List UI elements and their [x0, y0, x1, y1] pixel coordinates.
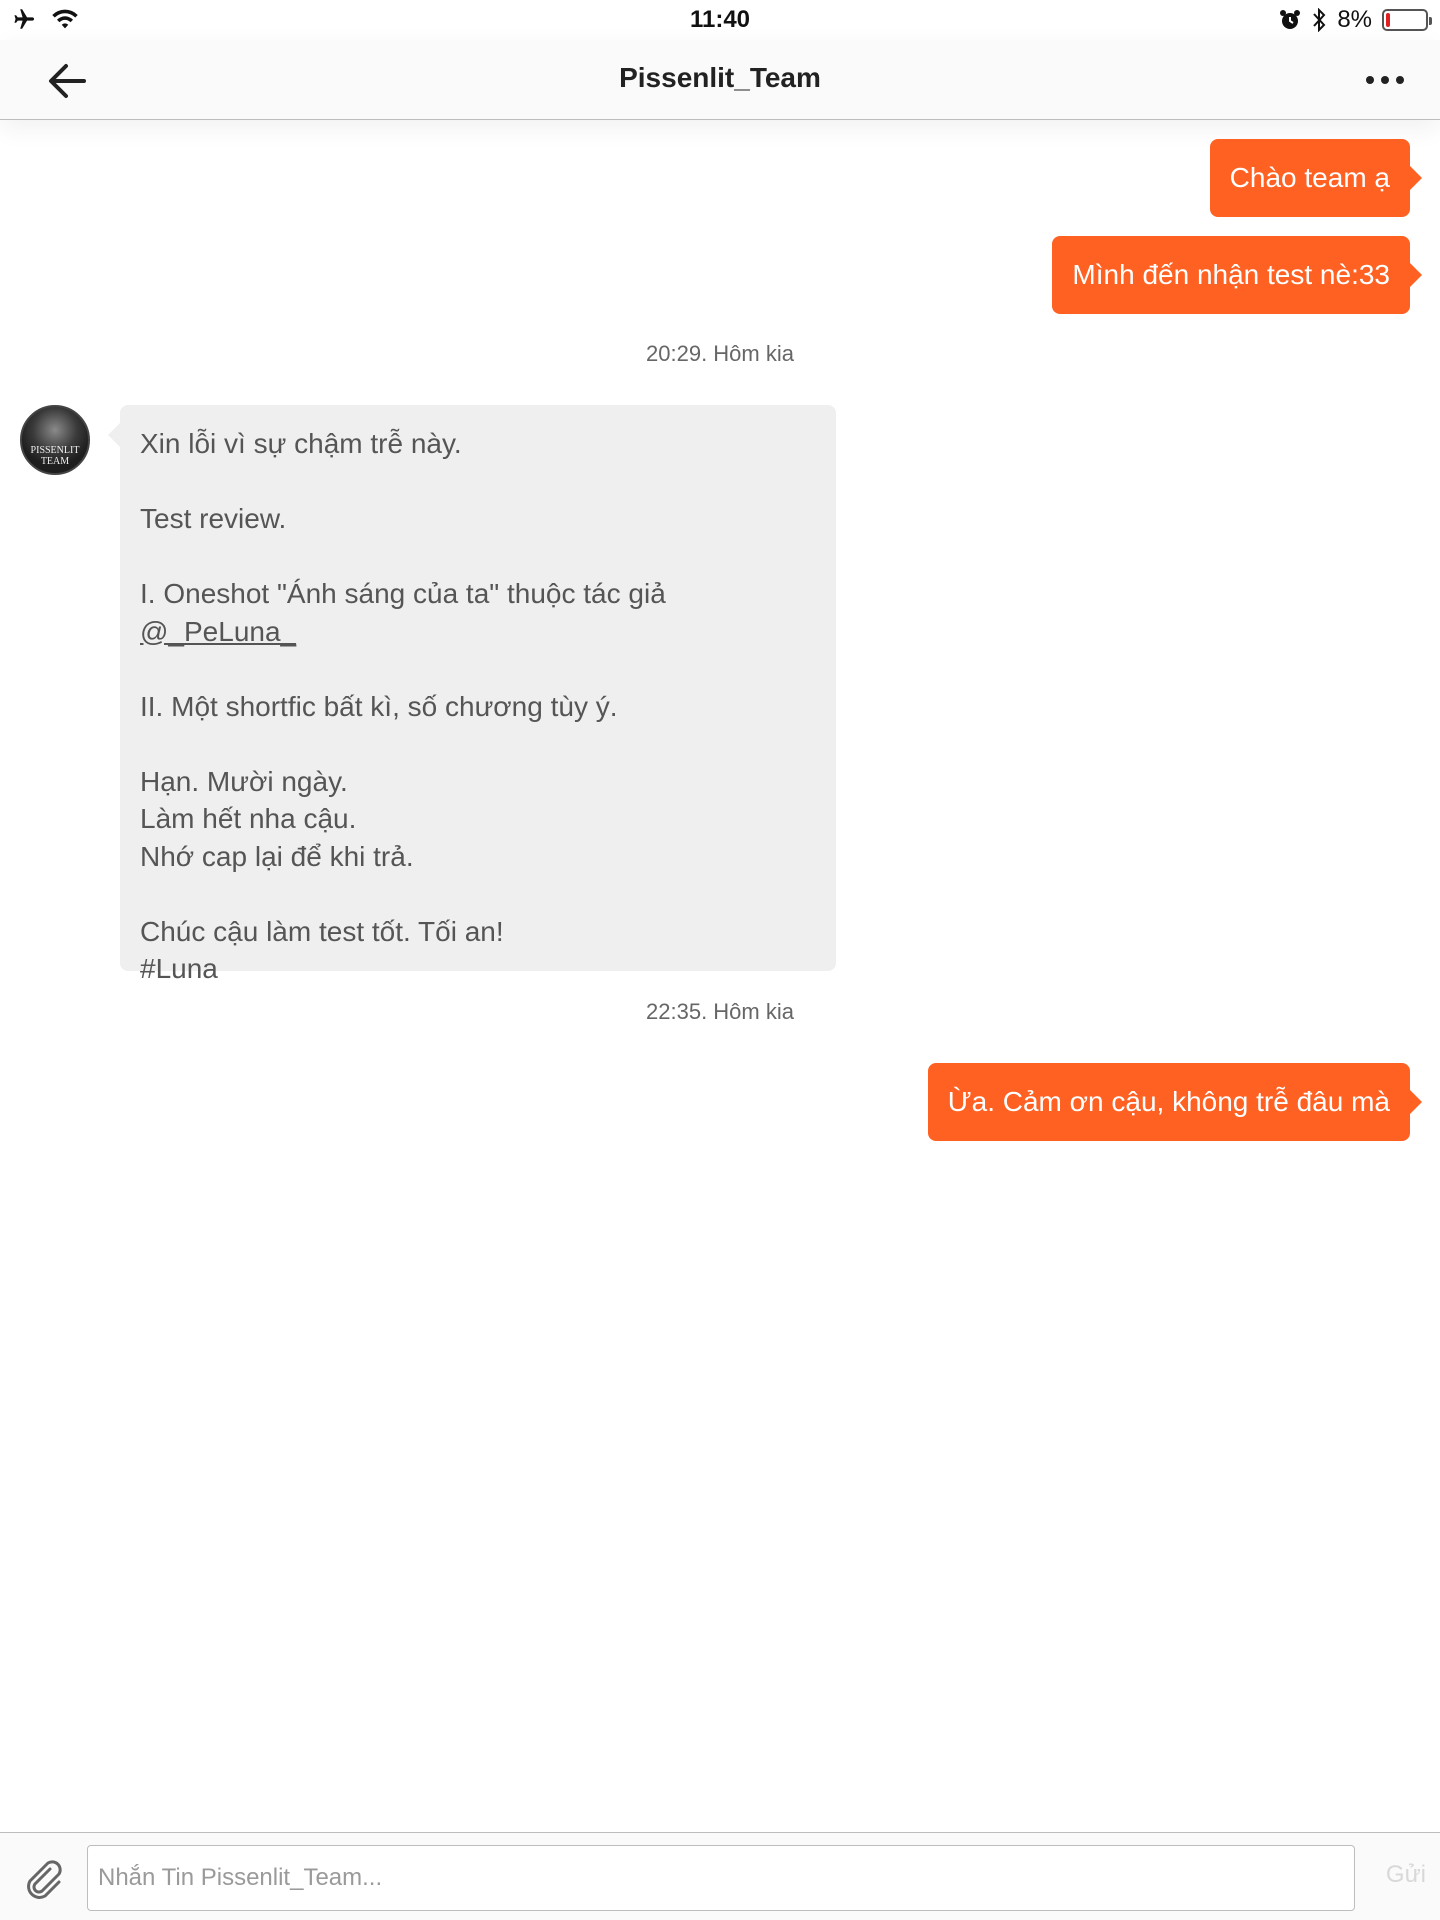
- avatar-logo-text: PISSENLIT TEAM: [30, 445, 80, 467]
- bluetooth-icon: [1313, 8, 1326, 32]
- status-bar: 11:40 8%: [0, 0, 1440, 40]
- mention-link[interactable]: @_PeLuna_: [140, 616, 296, 647]
- outgoing-message[interactable]: Chào team ạ: [1209, 139, 1423, 217]
- incoming-message[interactable]: Xin lỗi vì sự chậm trễ này. Test review.…: [108, 405, 836, 984]
- message-composer: Gửi: [0, 1832, 1440, 1920]
- message-line: #Luna: [140, 953, 218, 984]
- avatar[interactable]: PISSENLIT TEAM: [20, 405, 90, 475]
- message-line: Làm hết nha cậu.: [140, 803, 357, 834]
- more-dots-icon: [1396, 76, 1404, 84]
- more-dots-icon: [1381, 76, 1389, 84]
- nav-bar: Pissenlit_Team: [0, 40, 1440, 120]
- message-timestamp: 22:35. Hôm kia: [646, 999, 794, 1024]
- message-line: Test review.: [140, 503, 287, 534]
- battery-percent: 8%: [1337, 6, 1372, 33]
- outgoing-message[interactable]: Mình đến nhận test nè:33: [1052, 236, 1422, 314]
- message-line: II. Một shortfic bất kì, số chương tùy ý…: [140, 690, 618, 722]
- status-time: 11:40: [689, 6, 751, 33]
- message-line: Hạn. Mười ngày.: [140, 765, 348, 797]
- battery-icon: [1382, 9, 1432, 31]
- alarm-icon: [1280, 10, 1301, 29]
- more-options-button[interactable]: [1360, 68, 1410, 92]
- message-line: Nhớ cap lại để khi trả.: [140, 840, 414, 872]
- attach-button[interactable]: [20, 1855, 66, 1901]
- message-line: Xin lỗi vì sự chậm trễ này.: [140, 428, 462, 459]
- chat-thread[interactable]: Chào team ạ Mình đến nhận test nè:33 20:…: [0, 121, 1440, 1831]
- paperclip-icon: [27, 1860, 62, 1899]
- page-title: Pissenlit_Team: [619, 62, 821, 93]
- message-line: Chúc cậu làm test tốt. Tối an!: [140, 915, 504, 947]
- battery-level: [1386, 13, 1390, 27]
- message-line: I. Oneshot "Ánh sáng của ta" thuộc tác g…: [140, 578, 666, 647]
- message-timestamp: 20:29. Hôm kia: [646, 341, 794, 366]
- outgoing-message[interactable]: Ừa. Cảm ơn cậu, không trễ đâu mà: [927, 1063, 1423, 1141]
- message-input[interactable]: [87, 1845, 1355, 1911]
- status-right: 8%: [1279, 6, 1432, 34]
- send-button[interactable]: Gửi: [1386, 1861, 1426, 1889]
- more-dots-icon: [1366, 76, 1374, 84]
